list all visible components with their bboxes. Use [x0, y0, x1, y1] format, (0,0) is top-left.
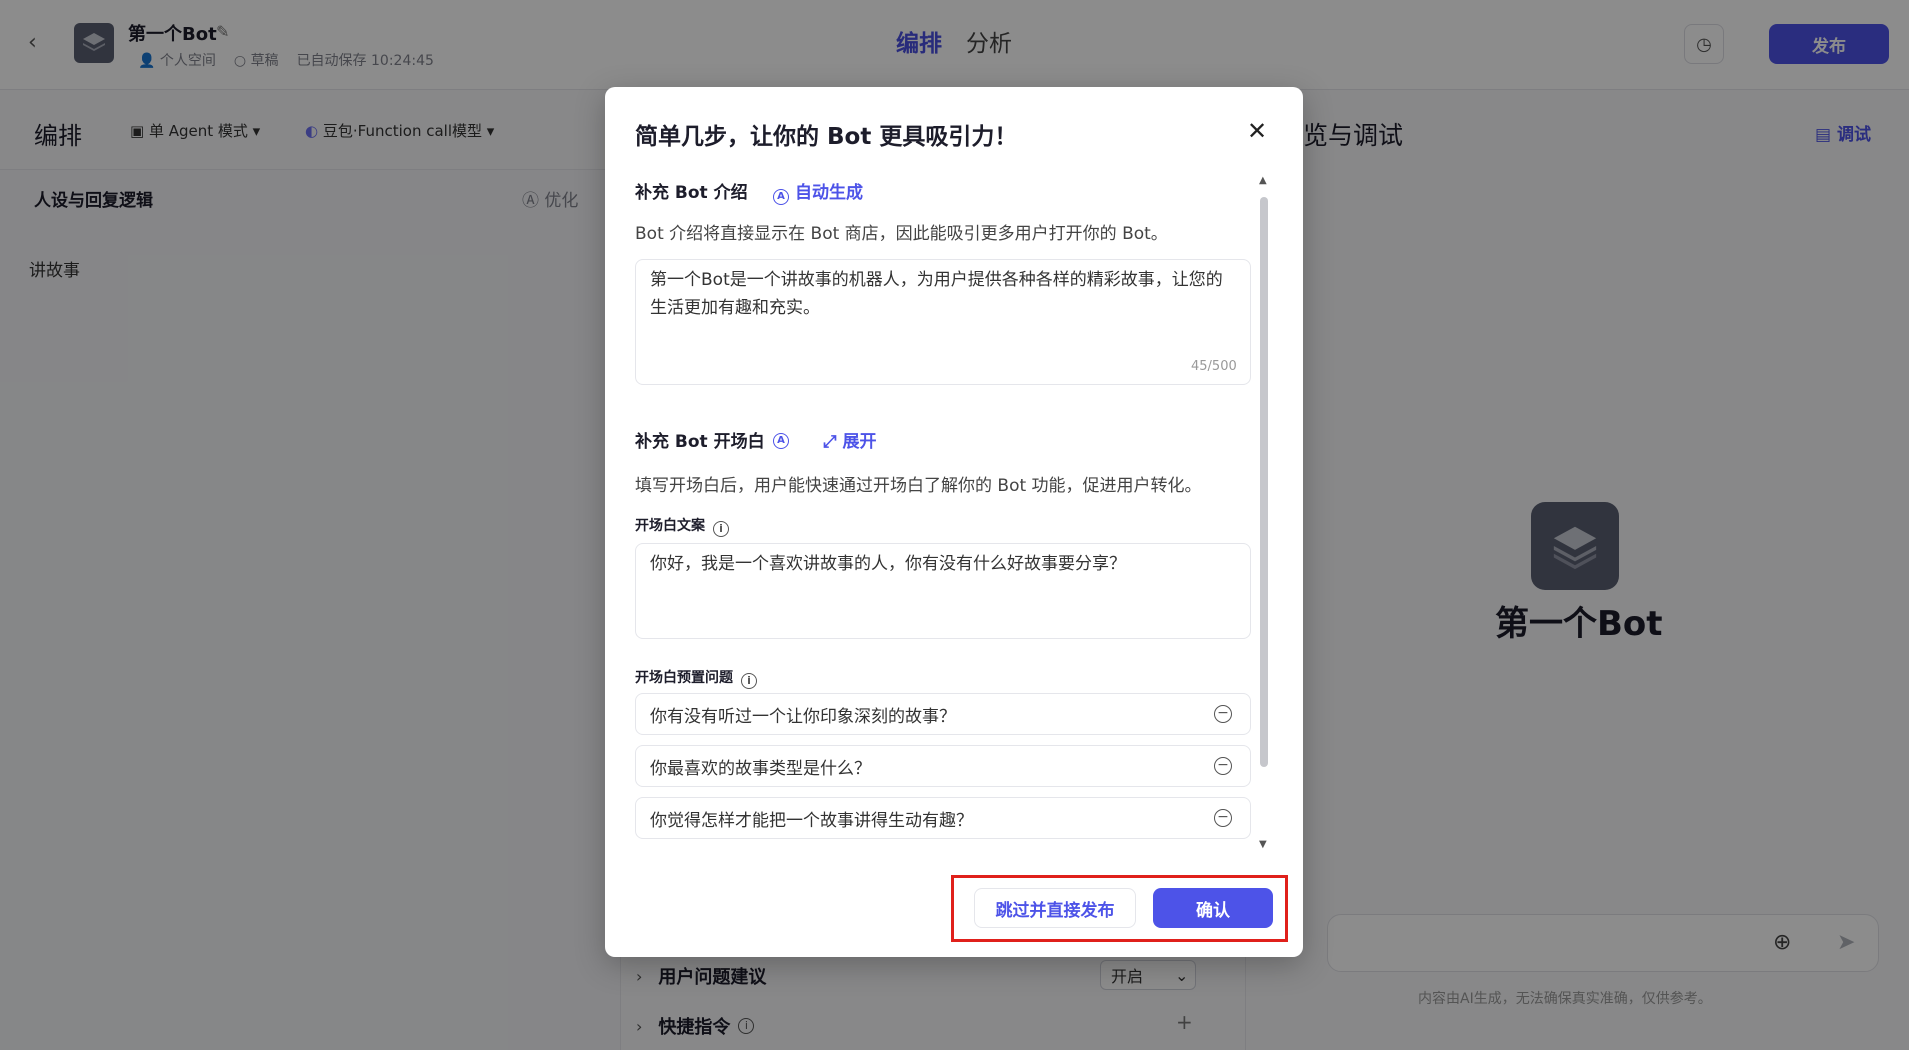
preset-questions-label-text: 开场白预置问题 [635, 670, 733, 686]
intro-section-title: 补充 Bot 介绍 [635, 183, 748, 203]
intro-counter: 45/500 [1191, 359, 1237, 374]
question-text: 你有没有听过一个让你印象深刻的故事？ [650, 706, 956, 727]
modal-title: 简单几步，让你的 Bot 更具吸引力！ [635, 124, 1018, 150]
remove-circle-icon[interactable]: − [1214, 757, 1232, 775]
opening-text-label-text: 开场白文案 [635, 518, 705, 534]
opening-textarea[interactable]: 你好，我是一个喜欢讲故事的人，你有没有什么好故事要分享？ [635, 543, 1251, 639]
remove-circle-icon[interactable]: − [1214, 705, 1232, 723]
opening-ai-button[interactable]: A [773, 427, 795, 449]
expand-text: 展开 [842, 432, 877, 452]
expand-button[interactable]: ⤢ 展开 [823, 427, 877, 452]
info-icon: i [713, 521, 729, 537]
intro-value: 第一个Bot是一个讲故事的机器人，为用户提供各种各样的精彩故事，让您的生活更加有… [650, 270, 1223, 318]
question-text: 你觉得怎样才能把一个故事讲得生动有趣？ [650, 810, 973, 831]
preset-question-item[interactable]: 你最喜欢的故事类型是什么？ − [635, 745, 1251, 787]
ai-icon: A [773, 433, 789, 449]
opening-section-title: 补充 Bot 开场白 [635, 432, 765, 452]
modal-scroll-area[interactable]: 补充 Bot 介绍 A 自动生成 Bot 介绍将直接显示在 Bot 商店，因此能吸… [635, 167, 1260, 937]
preset-question-item[interactable]: 你有没有听过一个让你印象深刻的故事？ − [635, 693, 1251, 735]
publish-modal: 简单几步，让你的 Bot 更具吸引力！ ✕ 补充 Bot 介绍 A 自动生成 Bo… [605, 87, 1303, 957]
info-icon: i [741, 673, 757, 689]
intro-description: Bot 介绍将直接显示在 Bot 商店，因此能吸引更多用户打开你的 Bot。 [635, 224, 1168, 244]
confirm-button[interactable]: 确认 [1153, 888, 1273, 928]
skip-and-publish-button[interactable]: 跳过并直接发布 [974, 888, 1136, 928]
question-text: 你最喜欢的故事类型是什么？ [650, 758, 871, 779]
opening-text-label: 开场白文案 i [635, 515, 729, 537]
preset-question-item[interactable]: 你觉得怎样才能把一个故事讲得生动有趣？ − [635, 797, 1251, 839]
preset-questions-label: 开场白预置问题 i [635, 667, 757, 689]
close-icon[interactable]: ✕ [1247, 117, 1267, 145]
opening-description: 填写开场白后，用户能快速通过开场白了解你的 Bot 功能，促进用户转化。 [635, 476, 1202, 496]
expand-icon: ⤢ [823, 432, 837, 452]
remove-circle-icon[interactable]: − [1214, 809, 1232, 827]
auto-generate-button[interactable]: A 自动生成 [773, 178, 863, 205]
ai-icon: A [773, 189, 789, 205]
scroll-down-icon[interactable]: ▼ [1259, 839, 1267, 850]
scrollbar-thumb[interactable] [1260, 197, 1268, 767]
auto-generate-text: 自动生成 [795, 183, 863, 203]
opening-value: 你好，我是一个喜欢讲故事的人，你有没有什么好故事要分享？ [650, 554, 1126, 574]
scroll-up-icon[interactable]: ▲ [1259, 175, 1267, 186]
intro-textarea[interactable]: 第一个Bot是一个讲故事的机器人，为用户提供各种各样的精彩故事，让您的生活更加有… [635, 259, 1251, 385]
